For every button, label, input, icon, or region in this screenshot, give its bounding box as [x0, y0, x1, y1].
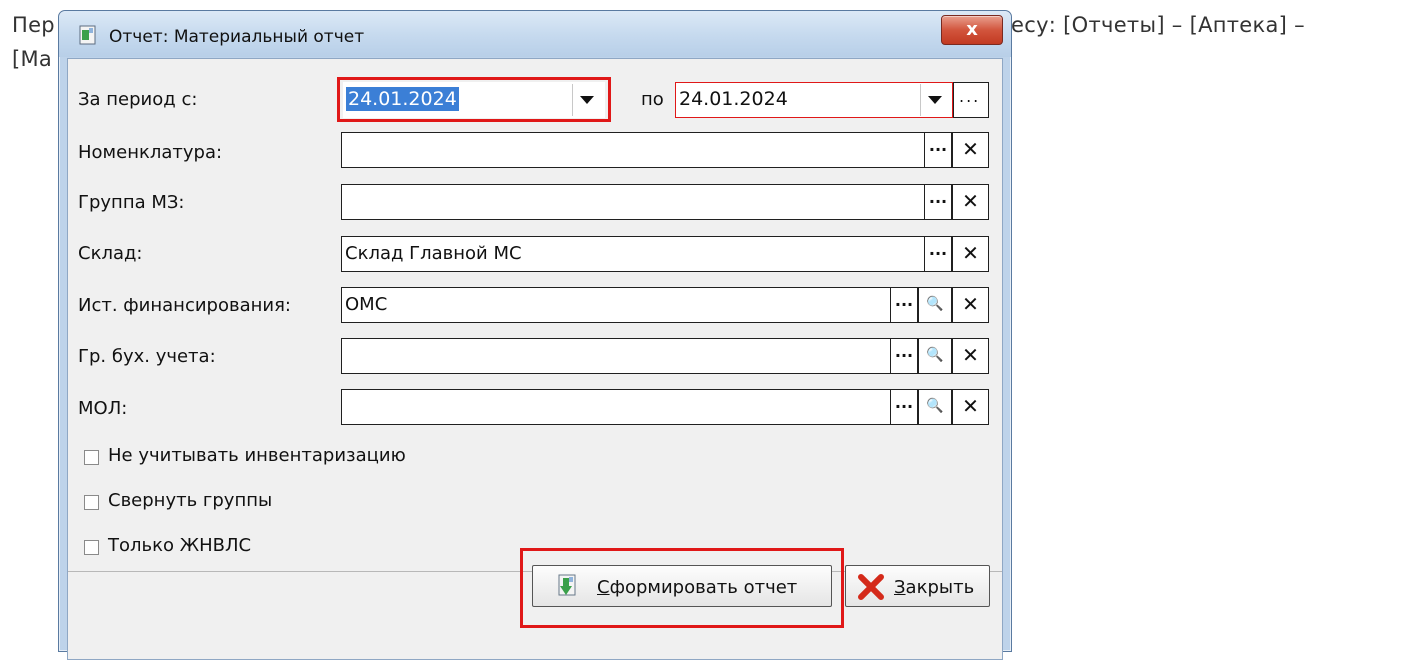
- close-icon: ✕: [962, 292, 979, 316]
- period-from-input[interactable]: 24.01.2024: [343, 82, 605, 118]
- period-from-value: 24.01.2024: [346, 87, 459, 111]
- chevron-down-icon: [580, 96, 594, 104]
- ellipsis-icon: ···: [928, 192, 948, 211]
- period-label: За период с:: [78, 89, 198, 110]
- close-button-label: Закрыть: [894, 577, 974, 598]
- accounting-group-label: Гр. бух. учета:: [78, 346, 216, 367]
- nomenclature-input[interactable]: ··· ✕: [341, 132, 989, 168]
- mz-group-input[interactable]: ··· ✕: [341, 184, 989, 220]
- search-icon: 🔍: [926, 296, 944, 312]
- title-bar[interactable]: Отчет: Материальный отчет x: [59, 11, 1011, 57]
- chevron-down-icon: [928, 96, 942, 104]
- period-more-button[interactable]: ...: [953, 82, 989, 118]
- accounting-group-clear-button[interactable]: ✕: [952, 338, 989, 374]
- skip-inventory-label[interactable]: Не учитывать инвентаризацию: [108, 445, 406, 466]
- warehouse-select-button[interactable]: ···: [924, 236, 952, 272]
- ellipsis-icon: ···: [894, 397, 914, 416]
- ellipsis-icon: ···: [928, 244, 948, 263]
- ellipsis-icon: ...: [959, 87, 981, 106]
- finance-source-label: Ист. финансирования:: [78, 295, 291, 316]
- mol-search-button[interactable]: 🔍: [918, 389, 952, 425]
- window-title: Отчет: Материальный отчет: [109, 27, 365, 47]
- search-icon: 🔍: [926, 347, 944, 363]
- background-text-line1-left: Пер: [12, 13, 55, 37]
- ellipsis-icon: ···: [894, 295, 914, 314]
- finance-source-value: ОМС: [345, 294, 388, 315]
- close-x-icon: [858, 574, 884, 600]
- mz-group-label: Группа МЗ:: [78, 192, 185, 213]
- period-from-dropdown-button[interactable]: [572, 84, 602, 116]
- only-zhnvls-checkbox[interactable]: [84, 540, 99, 555]
- collapse-groups-checkbox[interactable]: [84, 495, 99, 510]
- generate-report-button[interactable]: Сформировать отчет: [532, 565, 832, 607]
- period-to-dropdown-button[interactable]: [920, 84, 950, 116]
- close-icon: ✕: [962, 343, 979, 367]
- close-icon: ✕: [962, 394, 979, 418]
- search-icon: 🔍: [926, 398, 944, 414]
- close-icon: ✕: [962, 241, 979, 265]
- accounting-group-select-button[interactable]: ···: [890, 338, 918, 374]
- close-accelerator: З: [894, 577, 906, 598]
- background-text-line2-left: [Ма: [12, 47, 53, 71]
- close-label-rest: акрыть: [905, 577, 975, 598]
- ellipsis-icon: ···: [894, 346, 914, 365]
- mol-clear-button[interactable]: ✕: [952, 389, 989, 425]
- nomenclature-label: Номенклатура:: [78, 142, 223, 163]
- warehouse-clear-button[interactable]: ✕: [952, 236, 989, 272]
- nomenclature-select-button[interactable]: ···: [924, 132, 952, 168]
- close-button[interactable]: Закрыть: [845, 565, 990, 607]
- warehouse-label: Склад:: [78, 243, 143, 264]
- period-to-input[interactable]: 24.01.2024: [675, 82, 953, 118]
- close-icon: ✕: [962, 189, 979, 213]
- mol-input[interactable]: ··· 🔍 ✕: [341, 389, 989, 425]
- generate-report-label: Сформировать отчет: [597, 577, 797, 598]
- dialog-body: За период с: 24.01.2024 по 24.01.2024 ..…: [67, 58, 1003, 660]
- finance-source-search-button[interactable]: 🔍: [918, 287, 952, 323]
- mz-group-select-button[interactable]: ···: [924, 184, 952, 220]
- generate-report-label-rest: формировать отчет: [609, 577, 798, 598]
- mol-select-button[interactable]: ···: [890, 389, 918, 425]
- accounting-group-input[interactable]: ··· 🔍 ✕: [341, 338, 989, 374]
- ellipsis-icon: ···: [928, 140, 948, 159]
- window-close-button[interactable]: x: [941, 15, 1003, 45]
- skip-inventory-checkbox[interactable]: [84, 450, 99, 465]
- only-zhnvls-label[interactable]: Только ЖНВЛС: [108, 535, 251, 556]
- collapse-groups-label[interactable]: Свернуть группы: [108, 490, 272, 511]
- period-to-label: по: [641, 89, 664, 110]
- report-download-icon: [558, 574, 576, 596]
- nomenclature-clear-button[interactable]: ✕: [952, 132, 989, 168]
- mol-label: МОЛ:: [78, 398, 128, 419]
- finance-source-clear-button[interactable]: ✕: [952, 287, 989, 323]
- close-icon: ✕: [962, 137, 979, 161]
- warehouse-value: Склад Главной МС: [345, 243, 522, 264]
- background-text-line1-right: есу: [Отчеты] – [Аптека] –: [1011, 13, 1305, 37]
- report-icon: [79, 25, 96, 45]
- warehouse-input[interactable]: Склад Главной МС ··· ✕: [341, 236, 989, 272]
- mz-group-clear-button[interactable]: ✕: [952, 184, 989, 220]
- finance-source-select-button[interactable]: ···: [890, 287, 918, 323]
- report-dialog: Отчет: Материальный отчет x За период с:…: [58, 10, 1012, 660]
- finance-source-input[interactable]: ОМС ··· 🔍 ✕: [341, 287, 989, 323]
- accounting-group-search-button[interactable]: 🔍: [918, 338, 952, 374]
- period-to-value: 24.01.2024: [679, 88, 788, 110]
- generate-report-accelerator: С: [597, 577, 610, 598]
